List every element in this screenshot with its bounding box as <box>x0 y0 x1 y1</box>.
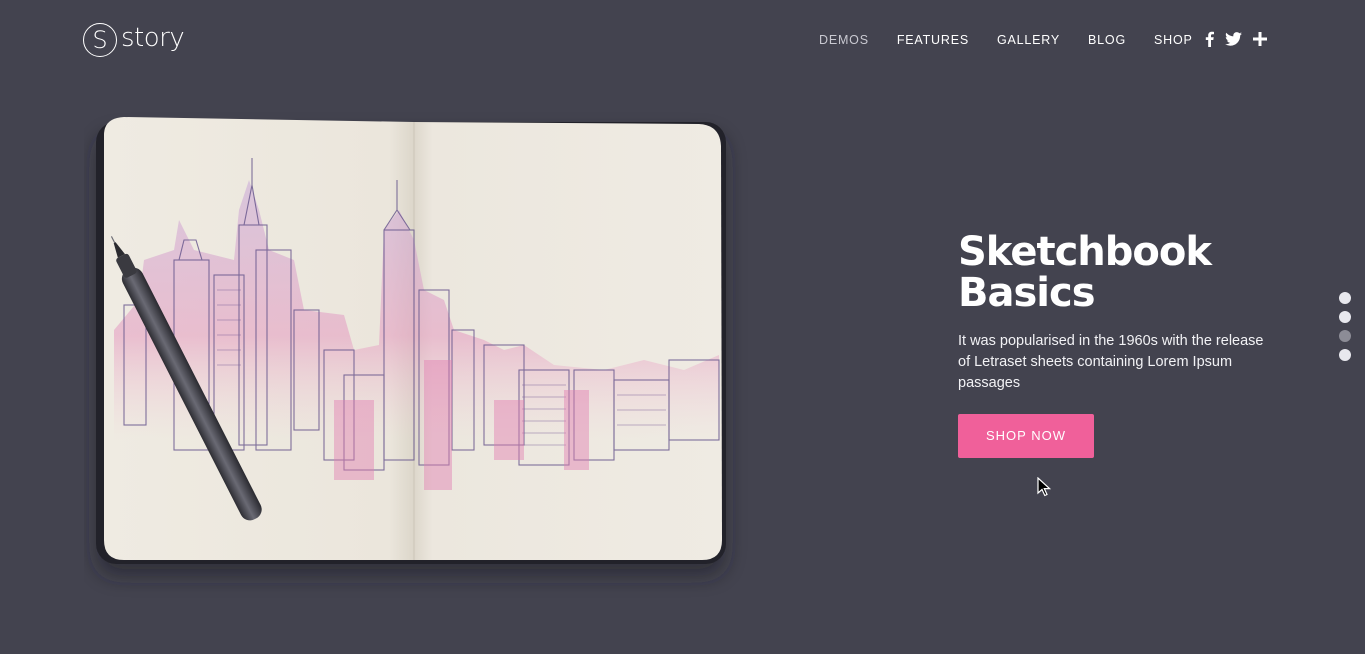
shop-now-button[interactable]: SHOP NOW <box>958 414 1094 458</box>
brand-logo[interactable]: S story <box>83 23 185 57</box>
logo-mark-icon: S <box>83 23 117 57</box>
main-nav: DEMOS FEATURES GALLERY BLOG SHOP <box>805 32 1207 48</box>
logo-text: story <box>121 23 185 53</box>
slide-dot-1[interactable] <box>1339 292 1351 304</box>
mouse-cursor-icon <box>1037 476 1052 501</box>
social-links <box>1205 31 1267 47</box>
plus-icon[interactable] <box>1253 32 1267 46</box>
hero-content: Sketchbook Basics It was popularised in … <box>958 232 1288 458</box>
nav-item-gallery[interactable]: GALLERY <box>983 32 1074 48</box>
nav-item-features[interactable]: FEATURES <box>883 32 983 48</box>
nav-item-demos[interactable]: DEMOS <box>805 32 883 48</box>
landing-page: S story DEMOS FEATURES GALLERY BLOG SHOP <box>0 0 1365 654</box>
hero-description: It was popularised in the 1960s with the… <box>958 333 1264 391</box>
nav-item-shop[interactable]: SHOP <box>1140 32 1207 48</box>
slide-dot-2[interactable] <box>1339 311 1351 323</box>
facebook-icon[interactable] <box>1205 31 1214 47</box>
nav-item-blog[interactable]: BLOG <box>1074 32 1140 48</box>
hero-sketchbook-image <box>84 100 764 605</box>
twitter-icon[interactable] <box>1225 32 1242 46</box>
slide-dot-3[interactable] <box>1339 330 1351 342</box>
hero-title: Sketchbook Basics <box>958 229 1212 316</box>
slide-dot-4[interactable] <box>1339 349 1351 361</box>
slider-pagination <box>1339 292 1351 361</box>
